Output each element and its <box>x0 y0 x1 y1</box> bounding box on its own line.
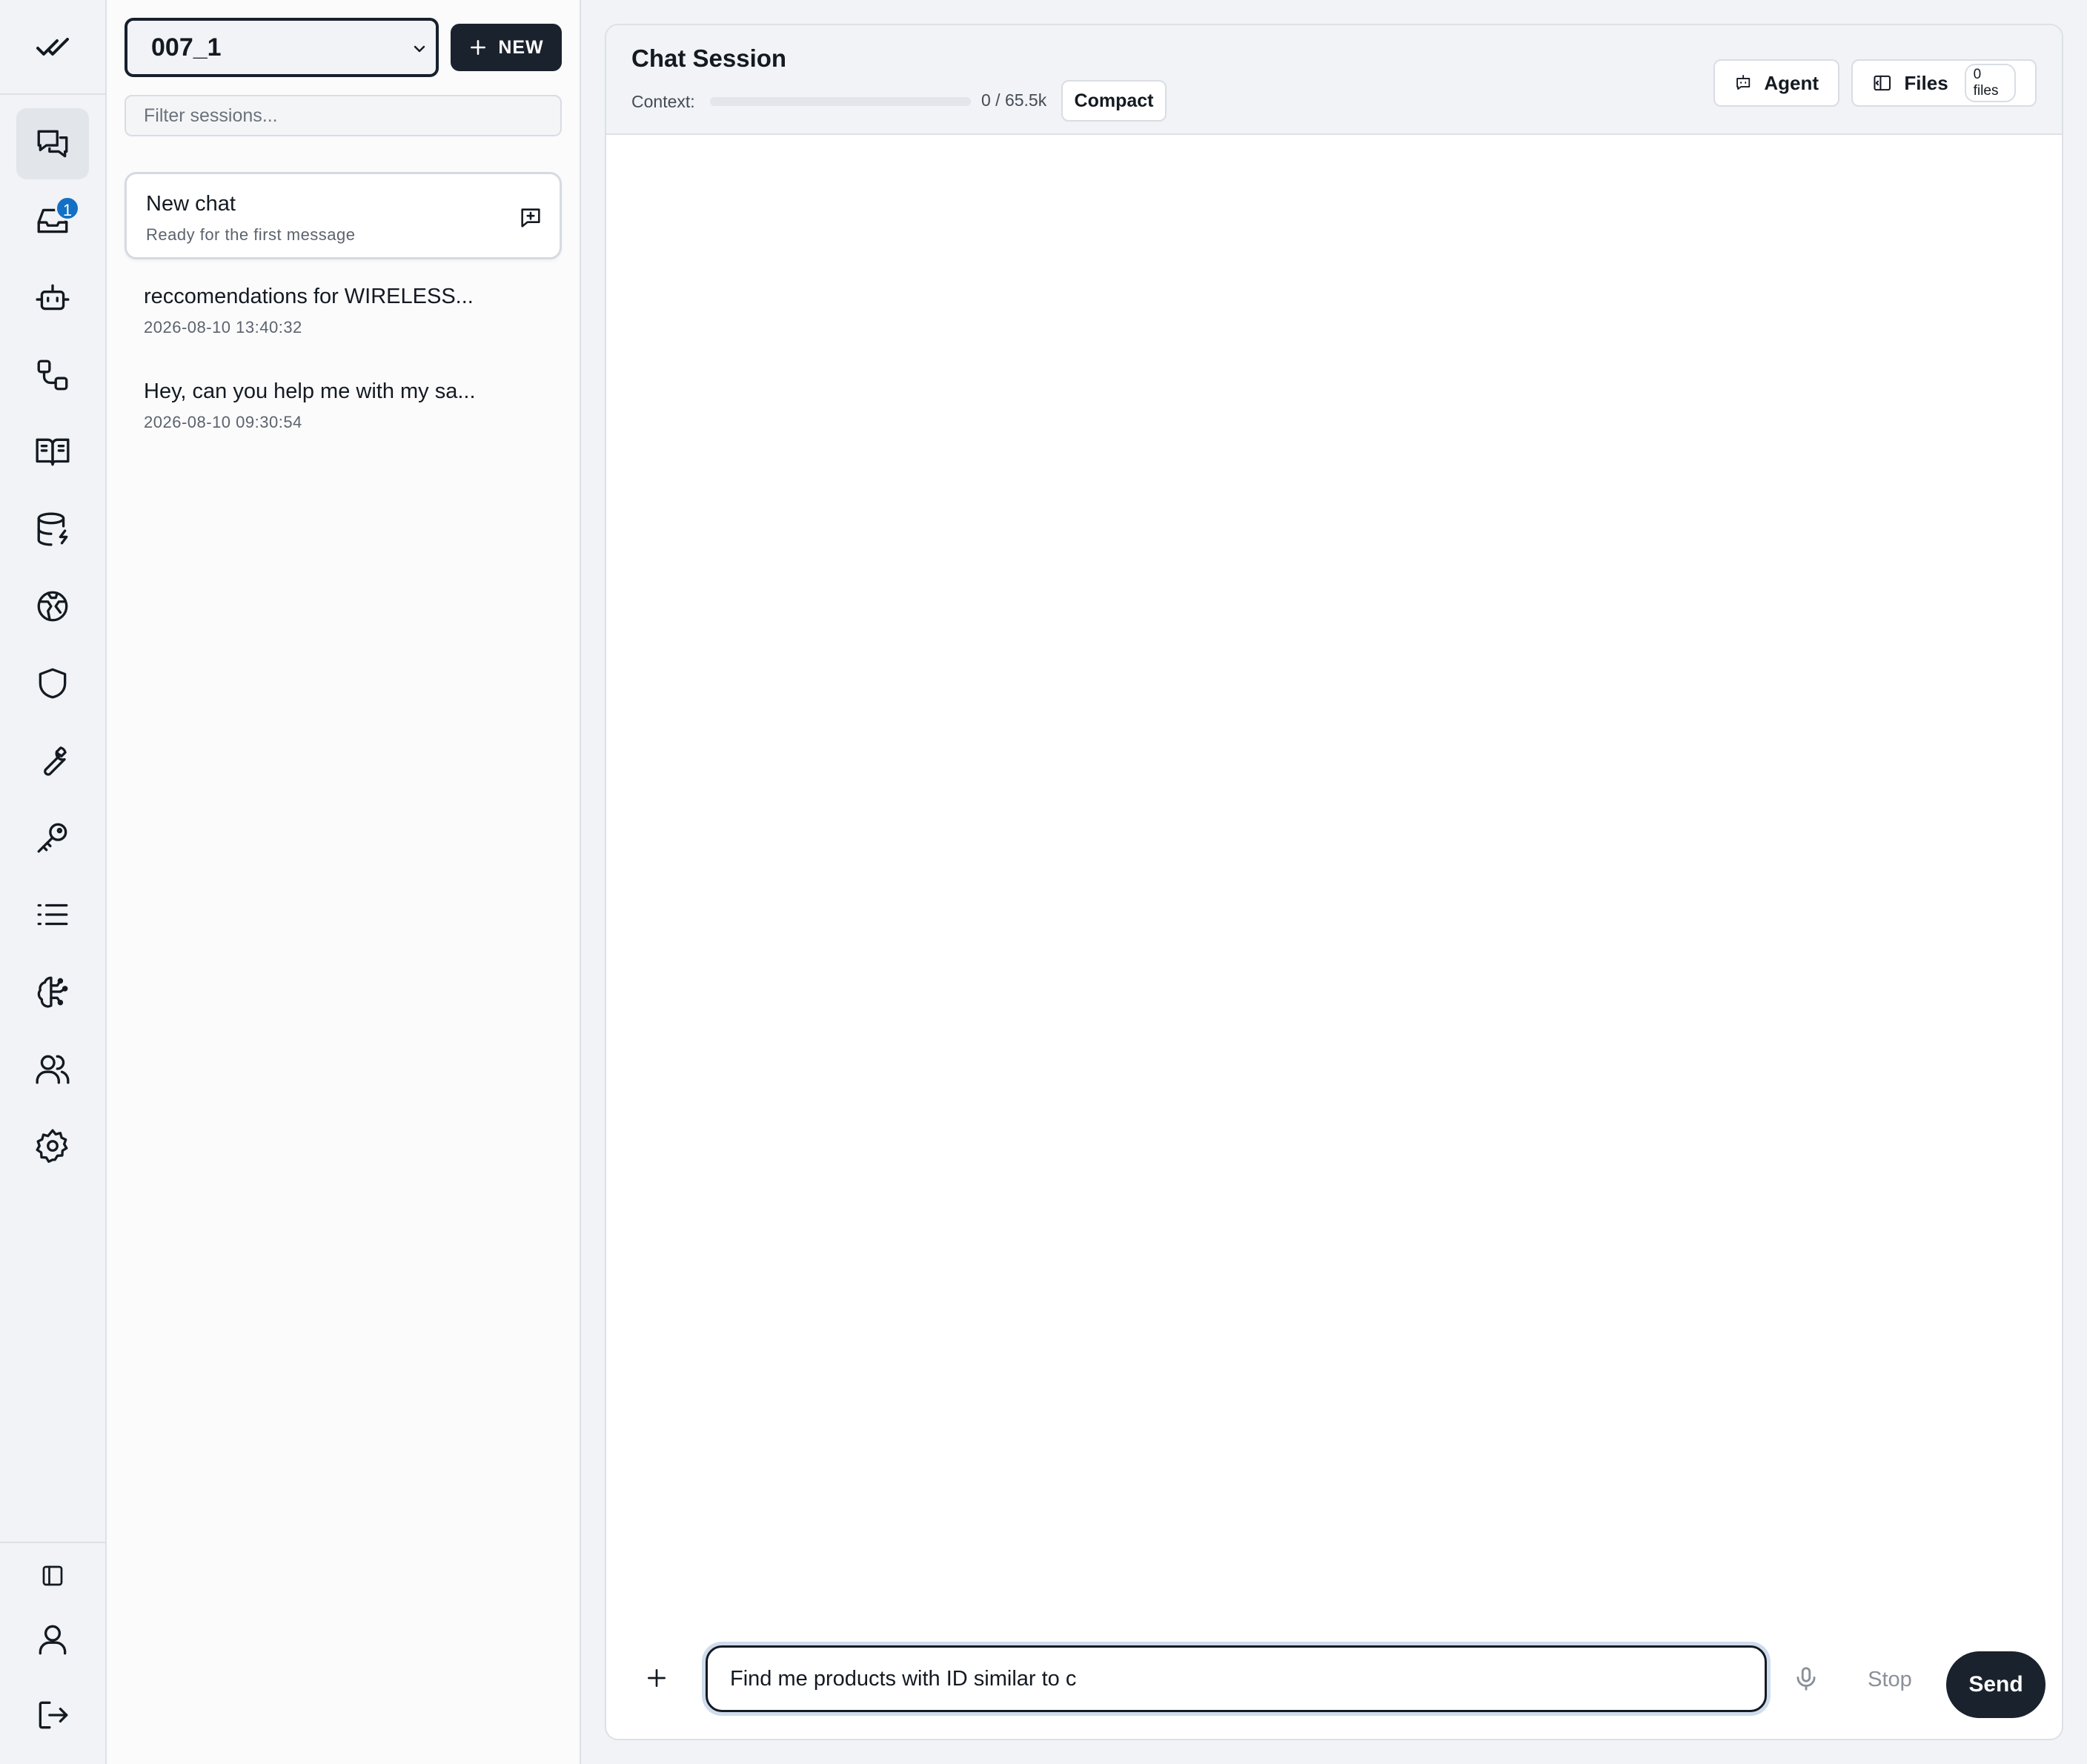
session-subtitle: 2026-08-10 13:40:32 <box>144 318 302 336</box>
wrench-icon <box>44 746 67 776</box>
agent-button[interactable]: Agent <box>1713 59 1839 107</box>
compact-button[interactable]: Compact <box>1061 80 1167 122</box>
logout-button[interactable] <box>16 1680 89 1751</box>
page-title: Chat Session <box>631 44 787 72</box>
user-icon <box>39 1625 67 1655</box>
nav-web[interactable] <box>16 571 89 642</box>
nav-chat[interactable] <box>16 108 89 179</box>
panel-left-icon <box>1874 75 1891 91</box>
filter-sessions-input[interactable] <box>125 95 562 136</box>
shield-icon <box>39 668 67 699</box>
session-subtitle: Ready for the first message <box>146 225 356 244</box>
logout-icon <box>39 1701 68 1729</box>
files-button-label: Files <box>1904 71 1948 94</box>
attach-plus-icon[interactable] <box>645 1666 668 1690</box>
nav-models[interactable] <box>16 956 89 1027</box>
session-title: New chat <box>146 192 236 216</box>
message-input[interactable] <box>706 1645 1767 1712</box>
list-icon <box>37 903 68 926</box>
nav-logs[interactable] <box>16 879 89 950</box>
book-icon <box>36 438 70 466</box>
agent-button-label: Agent <box>1764 71 1819 94</box>
context-usage-value: 0 / 65.5k <box>981 90 1047 110</box>
session-title: reccomendations for WIRELESS... <box>144 285 474 308</box>
bot-icon <box>36 284 70 311</box>
workspace-select-value: 007_1 <box>151 33 222 62</box>
profile-button[interactable] <box>16 1604 89 1675</box>
nav-knowledge[interactable] <box>16 417 89 488</box>
globe-icon <box>37 591 68 622</box>
gear-icon <box>36 1129 68 1163</box>
database-icon <box>37 512 68 546</box>
files-count-badge: 0 files <box>1964 64 2016 102</box>
nav-tools[interactable] <box>16 725 89 796</box>
inbox-badge: 1 <box>55 196 80 221</box>
stop-button[interactable]: Stop <box>1850 1656 1930 1703</box>
icon-rail: 1 <box>0 0 107 1764</box>
double-check-icon[interactable] <box>0 0 105 95</box>
brain-icon <box>37 976 68 1008</box>
workflow-icon <box>37 359 68 391</box>
sidebar-toggle[interactable] <box>16 1540 89 1611</box>
sidebar-toggle-icon <box>42 1565 63 1586</box>
plus-icon <box>471 40 486 55</box>
workspace-select[interactable]: 007_1 <box>125 18 439 77</box>
new-session-button[interactable]: NEW <box>451 24 562 71</box>
send-button[interactable]: Send <box>1946 1651 2045 1718</box>
nav-workflows[interactable] <box>16 339 89 411</box>
session-subtitle: 2026-08-10 09:30:54 <box>144 413 302 431</box>
session-item[interactable]: New chat Ready for the first message <box>125 172 562 259</box>
nav-settings[interactable] <box>16 1110 89 1181</box>
files-button[interactable]: Files 0 files <box>1851 59 2037 107</box>
chat-header: Chat Session Context: 0 / 65.5k Compact … <box>606 25 2062 135</box>
nav-keys[interactable] <box>16 802 89 873</box>
bot-message-icon <box>1736 74 1751 90</box>
nav-users[interactable] <box>16 1033 89 1104</box>
session-item[interactable]: Hey, can you help me with my sa... 2026-… <box>125 362 562 449</box>
nav-agents[interactable] <box>16 262 89 334</box>
nav-inbox[interactable]: 1 <box>16 185 89 256</box>
chat-panel: Chat Session Context: 0 / 65.5k Compact … <box>605 24 2063 1740</box>
nav-database[interactable] <box>16 494 89 565</box>
chat-icon <box>37 130 68 158</box>
new-message-icon[interactable] <box>518 205 543 231</box>
session-item[interactable]: reccomendations for WIRELESS... 2026-08-… <box>125 267 562 354</box>
chevron-down-icon <box>414 45 425 53</box>
nav-security[interactable] <box>16 648 89 719</box>
microphone-icon[interactable] <box>1792 1665 1820 1693</box>
session-title: Hey, can you help me with my sa... <box>144 379 476 403</box>
context-label: Context: <box>631 92 695 111</box>
new-session-label: NEW <box>498 36 544 58</box>
sessions-panel: 007_1 NEW New chat Ready for the first m… <box>107 0 581 1764</box>
users-icon <box>36 1055 70 1084</box>
context-usage-bar <box>710 97 971 106</box>
key-icon <box>37 823 67 853</box>
